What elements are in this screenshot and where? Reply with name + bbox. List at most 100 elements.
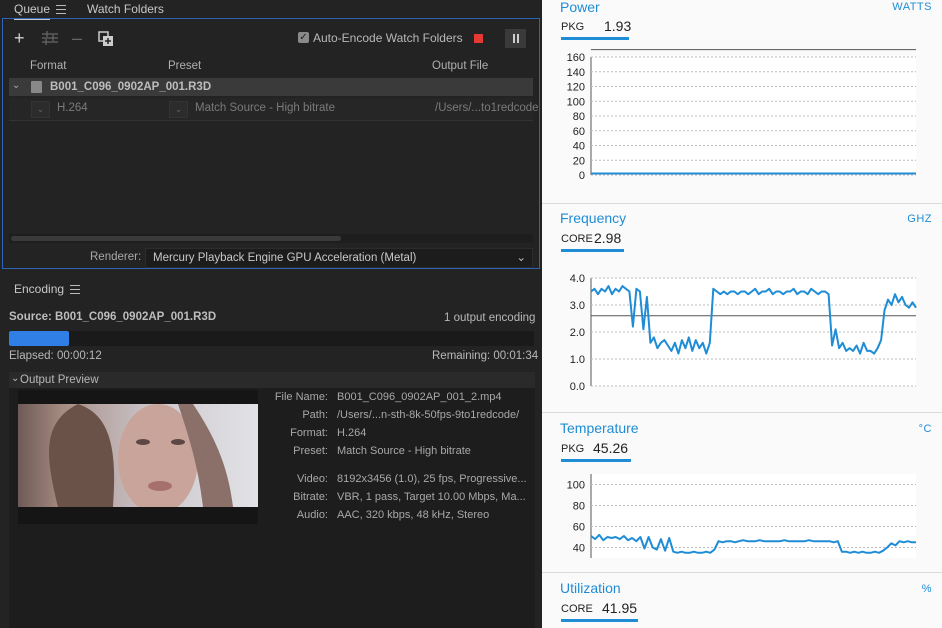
queue-source-row[interactable]: ⌄ B001_C096_0902AP_001.R3D: [9, 78, 533, 96]
temperature-chart: 40 60 80 100: [567, 474, 916, 558]
renderer-label: Renderer:: [90, 251, 142, 263]
chart-tick-label: 2.0: [570, 327, 585, 339]
meta-label-audio: Audio:: [296, 509, 328, 521]
collapse-chevron-icon[interactable]: ⌄: [11, 373, 19, 384]
preset-dropdown-icon[interactable]: ⌄: [169, 101, 188, 118]
chart-tick-label: 80: [573, 111, 585, 123]
output-preview-title: Output Preview: [20, 374, 99, 386]
queue-menu-icon[interactable]: [56, 5, 67, 15]
tab-queue[interactable]: Queue: [14, 2, 67, 20]
portrait-image: [49, 404, 233, 507]
meta-label-filename: File Name:: [274, 391, 328, 403]
power-value-bar: [561, 37, 629, 40]
meta-value-audio: AAC, 320 kbps, 48 kHz, Stereo: [337, 509, 490, 521]
meta-value-format: H.264: [337, 427, 367, 439]
output-format[interactable]: H.264: [57, 102, 88, 114]
meta-label-path: Path:: [302, 409, 328, 421]
pause-icon: [513, 34, 515, 43]
sliders-icon: [42, 31, 58, 45]
meta-value-video: 8192x3456 (1.0), 25 fps, Progressive...: [337, 473, 527, 485]
temperature-sub-label: PKG: [561, 443, 585, 455]
column-preset[interactable]: Preset: [168, 60, 201, 72]
remove-icon[interactable]: –: [72, 29, 82, 47]
elapsed-time: Elapsed: 00:00:12: [9, 350, 102, 362]
queue-output-row[interactable]: ⌄ H.264 ⌄ Match Source - High bitrate /U…: [9, 98, 539, 121]
temperature-unit: °C: [918, 423, 932, 435]
output-file-path[interactable]: /Users/...to1redcode: [435, 102, 539, 114]
utilization-sub-label: CORE: [561, 603, 593, 615]
column-output-file[interactable]: Output File: [432, 60, 488, 72]
chart-tick-label: 3.0: [570, 300, 585, 312]
preview-thumbnail: [18, 404, 258, 507]
meta-value-bitrate: VBR, 1 pass, Target 10.00 Mbps, Ma...: [337, 491, 526, 503]
auto-encode-label: Auto-Encode Watch Folders: [313, 31, 463, 45]
chart-tick-label: 60: [573, 126, 585, 138]
queue-scrollbar-thumb[interactable]: [11, 236, 341, 241]
encoding-source: Source: B001_C096_0902AP_001.R3D: [9, 311, 217, 323]
meta-label-video: Video:: [297, 473, 328, 485]
frequency-value: 2.98: [594, 230, 622, 246]
meta-value-preset: Match Source - High bitrate: [337, 445, 471, 457]
output-count: 1 output encoding: [444, 312, 536, 324]
chart-tick-label: 100: [567, 96, 585, 108]
queue-panel: [2, 18, 540, 269]
chart-tick-label: 100: [567, 480, 585, 492]
pause-button[interactable]: [505, 29, 526, 48]
chart-tick-label: 0: [579, 170, 585, 182]
chart-tick-label: 20: [573, 155, 585, 167]
frequency-value-bar: [561, 249, 624, 252]
column-format[interactable]: Format: [30, 60, 66, 72]
chart-tick-label: 4.0: [570, 273, 585, 285]
chart-tick-label: 160: [567, 52, 585, 64]
temperature-value-bar: [561, 459, 631, 462]
frequency-unit: GHZ: [907, 213, 932, 225]
duplicate-glyph: [98, 31, 113, 46]
power-value: 1.93: [604, 18, 632, 34]
encoding-menu-icon[interactable]: [70, 285, 81, 295]
divider: [542, 412, 942, 413]
chart-tick-label: 40: [573, 543, 585, 555]
chart-tick-label: 1.0: [570, 354, 585, 366]
power-unit: WATTS: [892, 1, 932, 13]
utilization-value-bar: [561, 619, 638, 622]
frequency-chart: 0.0 1.0 2.0 3.0 4.0: [570, 273, 917, 393]
encoding-tab[interactable]: Encoding: [14, 282, 81, 296]
pause-icon-bar: [517, 34, 519, 43]
chart-plot-area: [591, 474, 916, 558]
chart-tick-label: 60: [573, 522, 585, 534]
remaining-time: Remaining: 00:01:34: [432, 350, 539, 362]
power-chart: 0 20 40 60 80 100 120 140 160: [567, 49, 916, 182]
output-preset[interactable]: Match Source - High bitrate: [195, 102, 335, 114]
meta-label-format: Format:: [290, 427, 328, 439]
utilization-value: 41.95: [602, 600, 638, 616]
temperature-value: 45.26: [593, 440, 629, 456]
renderer-select[interactable]: Mercury Playback Engine GPU Acceleration…: [145, 248, 533, 268]
divider: [542, 572, 942, 573]
duplicate-icon[interactable]: [98, 31, 114, 50]
auto-encode-checkbox[interactable]: ✓: [298, 32, 309, 43]
format-dropdown-icon[interactable]: ⌄: [31, 101, 50, 118]
temperature-title: Temperature: [560, 420, 639, 436]
encoder-app: Queue Watch Folders + – ✓ Auto-Encode Wa…: [0, 0, 542, 628]
frequency-sub-label: CORE: [561, 233, 593, 245]
file-icon: [31, 81, 42, 93]
tab-watch-folders[interactable]: Watch Folders: [87, 2, 164, 16]
output-preview-header[interactable]: ⌄ Output Preview: [9, 372, 535, 388]
meta-label-preset: Preset:: [293, 445, 328, 457]
encoding-progress-bar: [9, 331, 534, 346]
utilization-title: Utilization: [560, 580, 621, 596]
preset-settings-icon[interactable]: [41, 30, 59, 49]
chart-tick-label: 0.0: [570, 381, 585, 393]
chart-tick-label: 120: [567, 82, 585, 94]
meta-value-path: /Users/...n-sth-8k-50fps-9to1redcode/: [337, 409, 520, 421]
stop-button[interactable]: [474, 34, 483, 43]
chevron-down-icon: ⌄: [516, 252, 526, 264]
source-filename: B001_C096_0902AP_001.R3D: [50, 81, 212, 93]
encoding-progress-fill: [9, 331, 70, 346]
divider: [542, 203, 942, 204]
system-monitor: Power WATTS PKG 1.93 0 20 40 60 80 100 120 140 1…: [542, 0, 942, 628]
utilization-unit: %: [921, 583, 932, 595]
add-source-icon[interactable]: +: [14, 29, 25, 47]
renderer-value: Mercury Playback Engine GPU Acceleration…: [153, 252, 417, 264]
expand-chevron-icon[interactable]: ⌄: [12, 80, 20, 91]
